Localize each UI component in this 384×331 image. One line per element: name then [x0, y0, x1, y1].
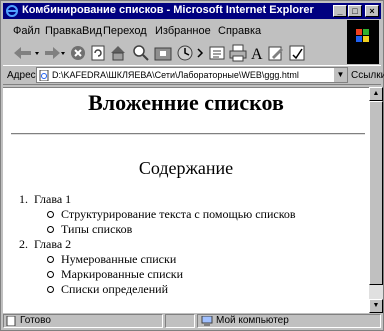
page-content: Вложенние списков Содержание 1. Глава 1 … [3, 87, 369, 313]
list-number: 2. [19, 237, 34, 251]
font-size-icon[interactable]: A [248, 43, 266, 63]
circle-bullet-icon [47, 256, 54, 263]
sub-list-item: Структурирование текста с помощью списко… [47, 207, 296, 222]
favorites-icon[interactable] [153, 43, 173, 63]
menu-bar: Файл Правка Вид Переход Избранное Справк… [3, 21, 381, 41]
forward-icon[interactable] [43, 43, 67, 63]
refresh-icon[interactable] [89, 43, 107, 63]
back-icon[interactable] [11, 43, 41, 63]
sub-list-item: Нумерованные списки [47, 252, 176, 267]
status-pane-empty [165, 314, 195, 328]
menu-edit[interactable]: Правка [45, 25, 82, 37]
maximize-button[interactable]: □ [348, 5, 362, 17]
svg-text:A: A [251, 46, 263, 63]
address-value: D:\KAFEDRA\ШКЛЯЕВА\Сети\Лабораторные\WEB… [52, 70, 299, 80]
arrow-icon[interactable] [195, 43, 205, 63]
stop-icon[interactable] [69, 43, 87, 63]
search-icon[interactable] [131, 43, 151, 63]
close-button[interactable]: × [365, 5, 379, 17]
vertical-scrollbar[interactable]: ▲ ▼ [369, 87, 383, 313]
computer-icon [201, 316, 213, 326]
chapter-label: Глава 2 [34, 237, 72, 251]
page-subtitle: Содержание [138, 158, 234, 178]
menu-go[interactable]: Переход [103, 25, 147, 37]
zone-pane: Мой компьютер [197, 314, 381, 328]
mail-icon[interactable] [207, 43, 227, 63]
links-button[interactable]: Ссылки [351, 70, 384, 81]
scroll-thumb[interactable] [369, 101, 383, 285]
menu-favorites[interactable]: Избранное [155, 25, 211, 37]
menu-view[interactable]: Вид [82, 25, 102, 37]
chapter-item: 2. Глава 2 [19, 237, 71, 252]
page-icon [39, 70, 49, 81]
status-pane: Готово [3, 314, 163, 328]
horizontal-rule [11, 133, 365, 135]
browser-window: Комбинирование списков - Microsoft Inter… [0, 0, 384, 331]
list-number: 1. [19, 192, 34, 206]
sub-list-item: Маркированные списки [47, 267, 183, 282]
status-bar: Готово Мой компьютер [3, 313, 381, 329]
address-input[interactable]: D:\KAFEDRA\ШКЛЯЕВА\Сети\Лабораторные\WEB… [36, 67, 348, 83]
window-title: Комбинирование списков - Microsoft Inter… [22, 4, 314, 16]
windows-logo [347, 20, 379, 64]
print-icon[interactable] [228, 43, 248, 63]
edit-icon[interactable] [267, 43, 285, 63]
menu-help[interactable]: Справка [218, 25, 261, 37]
address-dropdown-button[interactable]: ▼ [333, 68, 347, 82]
circle-bullet-icon [47, 271, 54, 278]
address-bar: Адрес D:\KAFEDRA\ШКЛЯЕВА\Сети\Лабораторн… [3, 65, 384, 85]
discuss-icon[interactable] [287, 43, 307, 63]
menu-file[interactable]: Файл [13, 25, 40, 37]
circle-bullet-icon [47, 226, 54, 233]
document-icon [6, 316, 16, 326]
page-title: Вложенние списков [88, 90, 284, 115]
zone-text: Мой компьютер [216, 315, 289, 326]
address-label: Адрес [7, 70, 36, 81]
title-bar[interactable]: Комбинирование списков - Microsoft Inter… [3, 3, 381, 19]
status-text: Готово [20, 315, 51, 326]
sub-list-item: Типы списков [47, 222, 132, 237]
sub-list-item: Списки определений [47, 282, 168, 297]
circle-bullet-icon [47, 286, 54, 293]
circle-bullet-icon [47, 211, 54, 218]
chapter-label: Глава 1 [34, 192, 72, 206]
scroll-down-button[interactable]: ▼ [369, 299, 383, 313]
toolbar: A [3, 41, 341, 65]
history-icon[interactable] [175, 43, 195, 63]
windows-flag-icon [356, 29, 369, 42]
home-icon[interactable] [109, 43, 127, 63]
chapter-item: 1. Глава 1 [19, 192, 71, 207]
internet-explorer-icon [6, 5, 18, 17]
scroll-up-button[interactable]: ▲ [369, 87, 383, 101]
minimize-button[interactable]: _ [333, 5, 347, 17]
